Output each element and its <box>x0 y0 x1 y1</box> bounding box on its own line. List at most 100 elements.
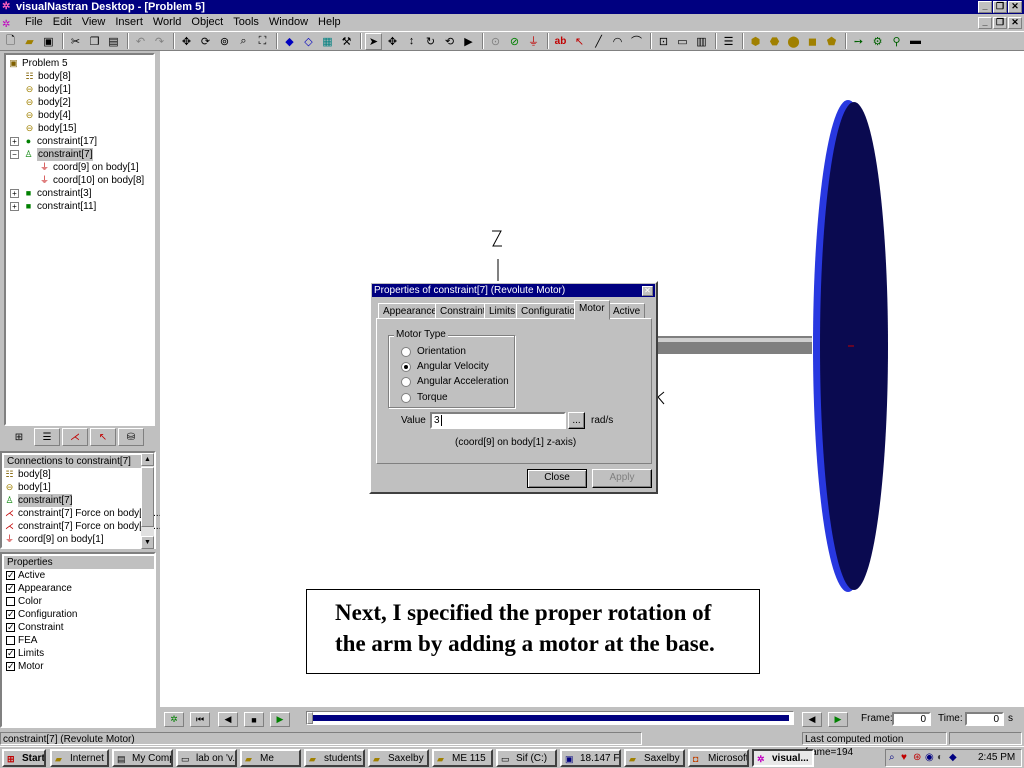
tray-volume-icon[interactable]: ◐ <box>937 750 943 766</box>
film-icon[interactable]: ▥ <box>693 33 710 50</box>
tab-limits[interactable]: Limits <box>484 303 521 319</box>
task-visualnastran[interactable]: ✲ visual... <box>752 749 814 767</box>
doc-minimize-icon[interactable]: _ <box>978 17 992 29</box>
connection-item[interactable]: ⋌ constraint[7] Force on body[8] ... <box>4 520 161 533</box>
scroll-thumb[interactable] <box>141 467 154 527</box>
checkbox-checked-icon[interactable]: ✓ <box>6 584 15 593</box>
checkbox-unchecked-icon[interactable] <box>6 636 15 645</box>
grid-icon[interactable]: ▦ <box>319 33 336 50</box>
text-tool-icon[interactable]: ab <box>552 33 569 50</box>
task-me115[interactable]: ▰ ME 115 <box>432 749 493 767</box>
spring-icon[interactable]: ⚙ <box>869 33 886 50</box>
tray-search-icon[interactable]: ⌕ <box>889 750 895 766</box>
start-button[interactable]: ⊞ Start <box>2 749 46 767</box>
tab-appearance[interactable]: Appearance <box>378 303 442 319</box>
property-appearance[interactable]: ✓ Appearance <box>6 582 72 595</box>
step-back-frame-icon[interactable]: ◀ <box>802 712 822 727</box>
cut-icon[interactable]: ✂ <box>67 33 84 50</box>
menu-insert[interactable]: Insert <box>110 14 148 31</box>
radio-orientation[interactable]: Orientation <box>401 345 466 358</box>
sketch-tool-icon[interactable]: ⌒ <box>628 33 645 50</box>
menu-file[interactable]: File <box>20 14 48 31</box>
menu-world[interactable]: World <box>148 14 187 31</box>
body-box-icon[interactable]: ◼ <box>804 33 821 50</box>
select-arrow-icon[interactable]: ➤ <box>365 32 382 50</box>
menu-window[interactable]: Window <box>264 14 313 31</box>
checkbox-checked-icon[interactable]: ✓ <box>6 662 15 671</box>
radio-unselected-icon[interactable] <box>401 346 411 357</box>
tray-shield-icon[interactable]: ♥ <box>901 750 907 766</box>
tray-connection-icon[interactable]: ◆ <box>949 750 957 766</box>
radio-angular-velocity[interactable]: Angular Velocity <box>401 360 489 373</box>
zoom-fit-icon[interactable]: ⛶ <box>254 33 271 50</box>
menu-help[interactable]: Help <box>313 14 346 31</box>
menu-tools[interactable]: Tools <box>228 14 264 31</box>
move-icon[interactable]: ✥ <box>384 33 401 50</box>
play-icon[interactable]: ▶ <box>270 712 290 727</box>
task-students[interactable]: ▰ students <box>304 749 365 767</box>
property-color[interactable]: Color <box>6 595 42 608</box>
connection-item[interactable]: ⏚ coord[9] on body[1] <box>4 533 104 546</box>
property-limits[interactable]: ✓ Limits <box>6 647 44 660</box>
constraint-properties-dialog[interactable]: Properties of constraint[7] (Revolute Mo… <box>369 281 658 494</box>
undo-icon[interactable]: ↶ <box>132 33 149 50</box>
tree-item-body2[interactable]: ⊖ body[2] <box>24 96 71 109</box>
connection-item[interactable]: ♙ constraint[7] <box>4 494 73 507</box>
checkbox-unchecked-icon[interactable] <box>6 597 15 606</box>
task-lab[interactable]: ▭ lab on 'v... <box>176 749 237 767</box>
doc-restore-icon[interactable]: ❐ <box>993 17 1007 29</box>
connections-panel[interactable]: Connections to constraint[7] ☷ body[8] ⊖… <box>0 451 161 549</box>
vector-tab-icon[interactable]: ↖ <box>90 428 116 446</box>
connection-item[interactable]: ⋌ constraint[7] Force on body[1] ... <box>4 507 161 520</box>
task-saxelby-2[interactable]: ▰ Saxelby <box>624 749 685 767</box>
rewind-icon[interactable]: ⏮ <box>190 712 210 727</box>
task-internet[interactable]: ▰ Internet ... <box>50 749 109 767</box>
property-fea[interactable]: FEA <box>6 634 37 647</box>
list-view-tab-icon[interactable]: ☰ <box>34 428 60 446</box>
actuator-icon[interactable]: ⚲ <box>888 33 905 50</box>
radio-unselected-icon[interactable] <box>401 376 411 387</box>
task-my-computer[interactable]: ▤ My Comp... <box>112 749 173 767</box>
time-field[interactable]: 0 <box>965 712 1004 726</box>
point-icon[interactable]: ⊙ <box>487 33 504 50</box>
tray-network-icon[interactable]: ◉ <box>925 750 934 766</box>
minimize-icon[interactable]: _ <box>978 1 992 13</box>
property-configuration[interactable]: ✓ Configuration <box>6 608 77 621</box>
clock[interactable]: 2:45 PM <box>978 750 1015 766</box>
app-title-bar[interactable]: ✲ visualNastran Desktop - [Problem 5] _ … <box>0 0 1024 14</box>
vector-tool-icon[interactable]: ↖ <box>571 33 588 50</box>
collapse-icon[interactable]: − <box>10 150 19 159</box>
radio-torque[interactable]: Torque <box>401 391 448 404</box>
body-polygon-icon[interactable]: ⬟ <box>823 33 840 50</box>
close-icon[interactable]: ✕ <box>1008 1 1022 13</box>
property-motor[interactable]: ✓ Motor <box>6 660 44 673</box>
tree-item-coord10[interactable]: ⏚ coord[10] on body[8] <box>39 174 144 187</box>
menu-object[interactable]: Object <box>186 14 228 31</box>
step-forward-icon[interactable]: ▶ <box>828 712 848 727</box>
orbit-icon[interactable]: ⊚ <box>216 33 233 50</box>
paste-icon[interactable]: ▤ <box>105 33 122 50</box>
frame-view-icon[interactable]: ▭ <box>674 33 691 50</box>
body-cylinder-icon[interactable]: ⬤ <box>785 33 802 50</box>
task-microsoft[interactable]: ◘ Microsoft... <box>688 749 749 767</box>
dialog-close-icon[interactable]: ✕ <box>642 286 653 296</box>
zoom-icon[interactable]: ⌕ <box>235 33 252 50</box>
body-sphere-icon[interactable]: ⬣ <box>766 33 783 50</box>
close-button[interactable]: Close <box>527 469 587 488</box>
save-icon[interactable]: ▣ <box>40 33 57 50</box>
frame-field[interactable]: 0 <box>892 712 931 726</box>
copy-icon[interactable]: ❐ <box>86 33 103 50</box>
timeline-slider[interactable] <box>306 711 794 725</box>
checkbox-checked-icon[interactable]: ✓ <box>6 623 15 632</box>
joint-icon[interactable]: ➙ <box>850 33 867 50</box>
body-cube-icon[interactable]: ⬢ <box>747 33 764 50</box>
tree-item-body1[interactable]: ⊖ body[1] <box>24 83 71 96</box>
meter-icon[interactable]: ⊡ <box>655 33 672 50</box>
doc-close-icon[interactable]: ✕ <box>1008 17 1022 29</box>
pan-icon[interactable]: ✥ <box>178 33 195 50</box>
browse-button[interactable]: ... <box>568 412 585 429</box>
tab-constraint[interactable]: Constraint <box>435 303 491 319</box>
task-saxelby[interactable]: ▰ Saxelby <box>368 749 429 767</box>
tray-antivirus-icon[interactable]: ⊛ <box>913 750 921 766</box>
property-constraint[interactable]: ✓ Constraint <box>6 621 64 634</box>
